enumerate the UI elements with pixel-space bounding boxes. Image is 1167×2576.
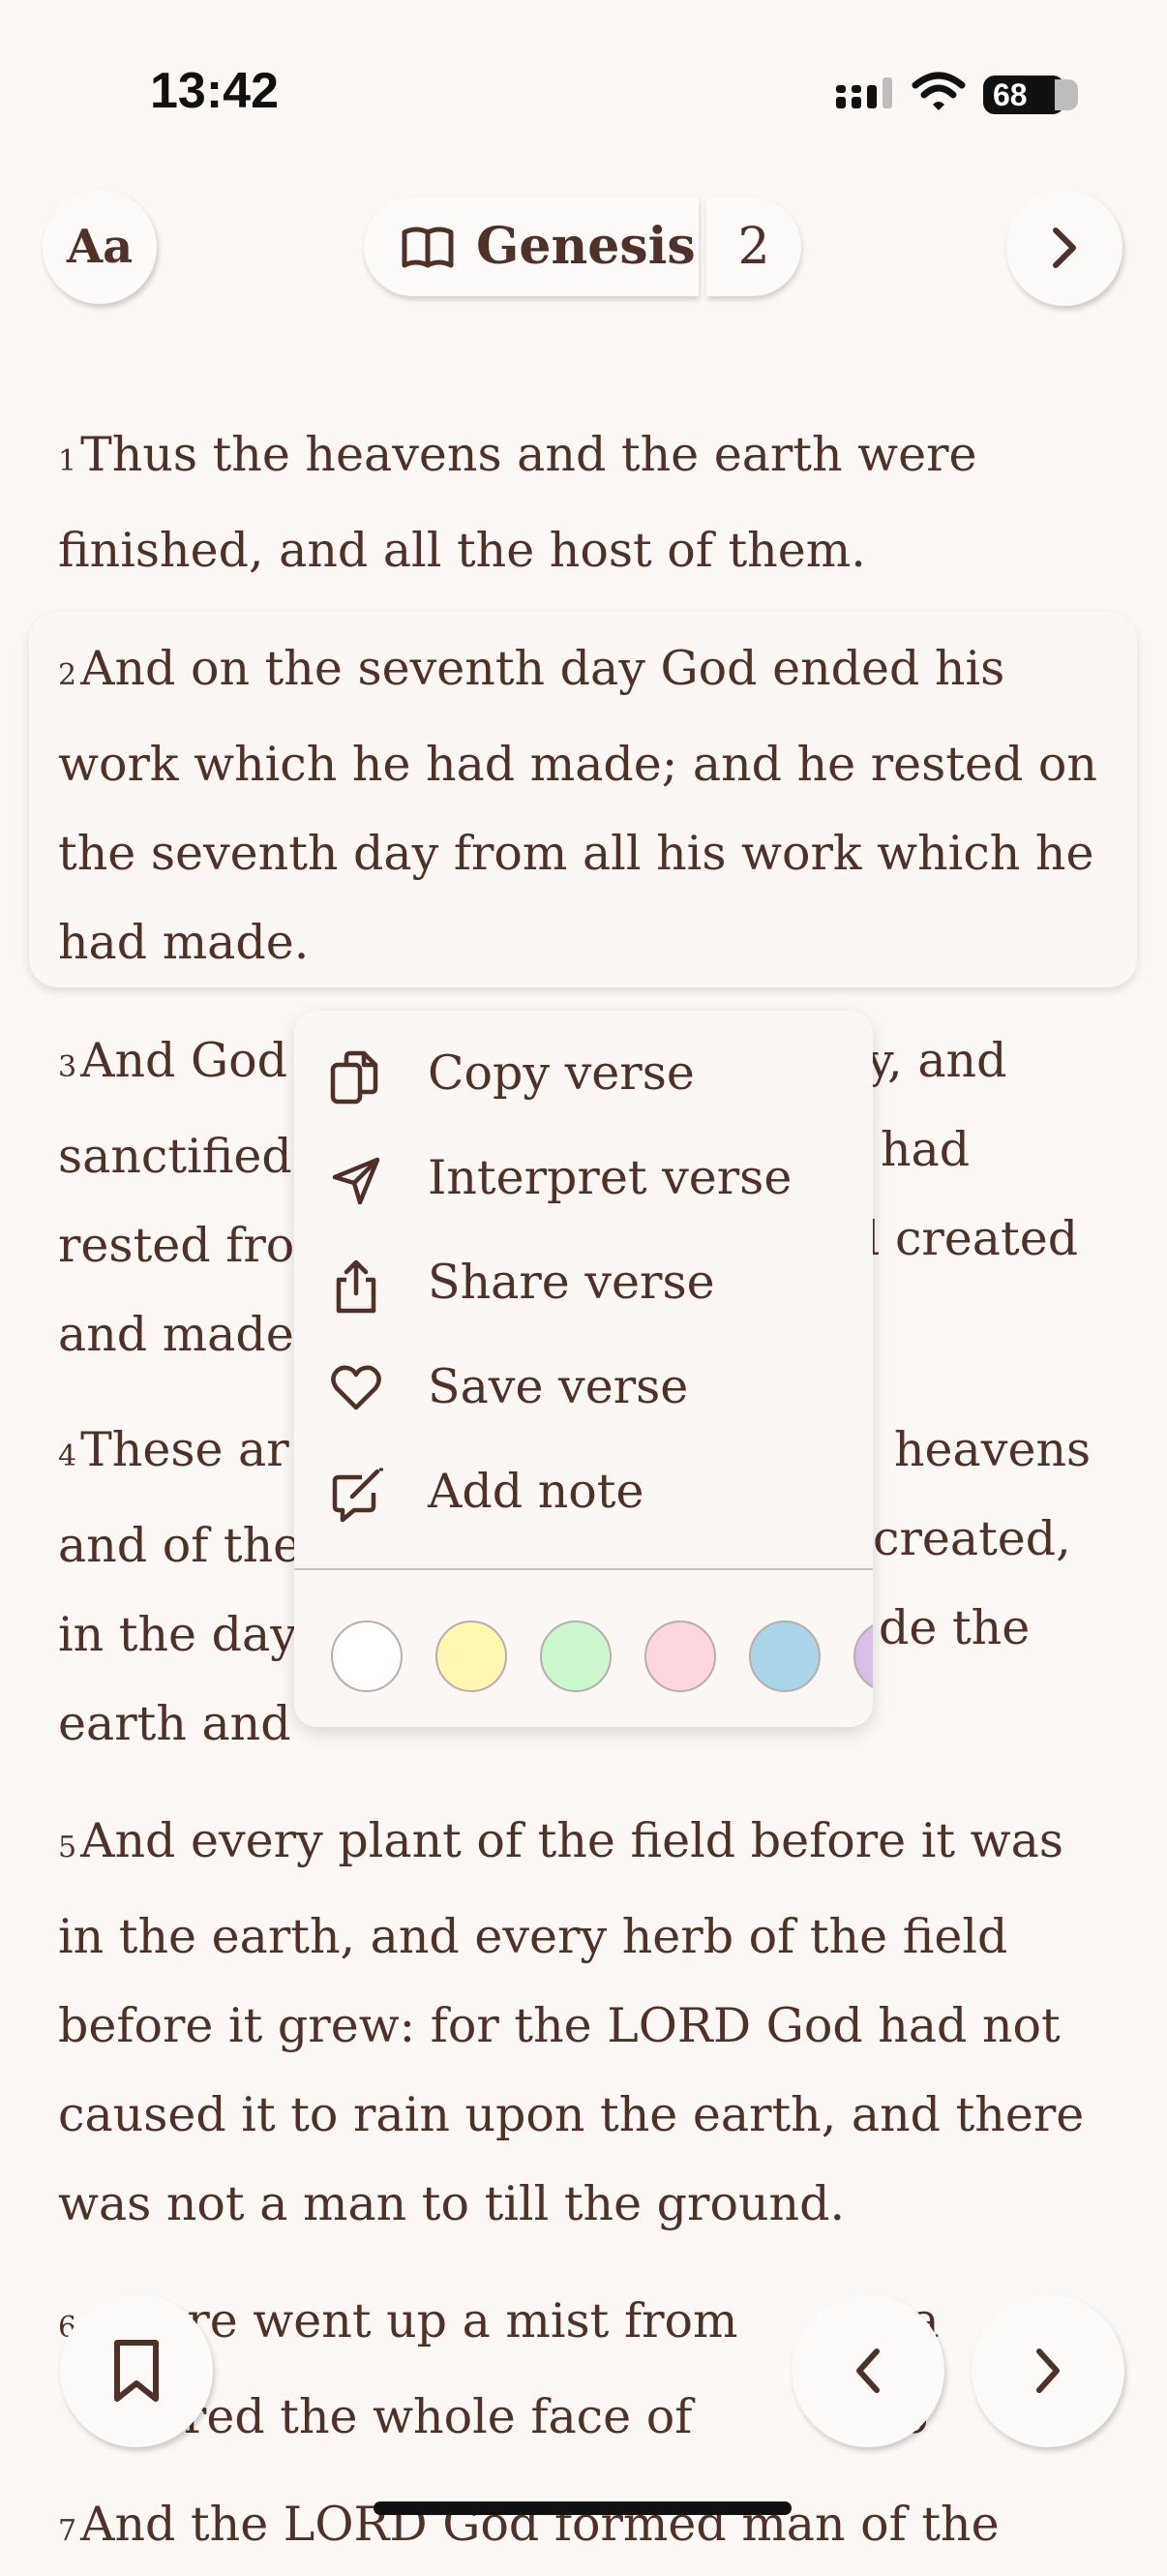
menu-item-label: Copy verse (428, 1046, 695, 1101)
verse-text: And on the seventh day God ended his (80, 641, 1005, 696)
verse-text: These ar (80, 1422, 289, 1477)
menu-divider (294, 1568, 873, 1570)
verse-text: created, (873, 1511, 1071, 1566)
highlight-color-swatch[interactable] (644, 1621, 716, 1692)
verse-6[interactable]: 6there went up a mist fromea atered the … (58, 2277, 1122, 2462)
verse-text: in the earth, and every herb of the fiel… (58, 1909, 1008, 1964)
heart-icon (331, 1365, 381, 1410)
verse-text: before it grew: for the LORD God had not (58, 1998, 1061, 2053)
verse-number: 4 (58, 1440, 77, 1473)
verse-text: And God (80, 1033, 287, 1088)
verse-number: 3 (58, 1050, 77, 1084)
highlight-color-swatch[interactable] (331, 1621, 403, 1692)
verse-text: Thus the heavens and the earth were (80, 427, 977, 482)
verse-text: d created (850, 1211, 1079, 1266)
verse-number: 5 (58, 1831, 77, 1864)
menu-item-label: Interpret verse (428, 1150, 793, 1205)
verse-number: 7 (58, 2514, 77, 2548)
add-note-item[interactable]: Add note (294, 1442, 873, 1547)
verse-number: 2 (58, 658, 77, 692)
verse-text: y, and (867, 1033, 1007, 1088)
verse-context-menu: Copy verse Interpret verse Share verse S… (294, 1011, 873, 1727)
copy-icon (330, 1050, 378, 1105)
verse-5[interactable]: 5And every plant of the field before it … (58, 1797, 1122, 2249)
verse-text: finished, and all the host of them. (58, 523, 866, 578)
verse-text: work which he had made; and he rested on (58, 737, 1097, 792)
note-icon (332, 1468, 383, 1523)
verse-text: had made. (58, 915, 310, 970)
share-icon (336, 1259, 376, 1314)
verse-text: caused it to rain upon the earth, and th… (58, 2087, 1085, 2142)
verse-4-right: heavens created, de the (873, 1406, 1163, 1673)
share-verse-item[interactable]: Share verse (294, 1233, 873, 1338)
highlight-color-swatch[interactable] (435, 1621, 507, 1692)
menu-item-label: Add note (428, 1464, 644, 1519)
verse-7[interactable]: 7And the LORD God formed man of the (58, 2480, 1122, 2576)
verse-2[interactable]: 2And on the seventh day God ended his wo… (58, 624, 1122, 987)
verse-number: 1 (58, 444, 77, 478)
verse-text: And every plant of the field before it w… (80, 1813, 1063, 1868)
verse-text: heavens (894, 1422, 1092, 1477)
verse-text: was not a man to till the ground. (58, 2176, 846, 2231)
verse-3-right: y, and had d created (850, 1016, 1163, 1284)
highlight-color-swatch[interactable] (853, 1621, 873, 1692)
menu-item-label: Share verse (428, 1255, 715, 1310)
bookmark-button[interactable] (60, 2294, 213, 2447)
chevron-left-icon (856, 2349, 880, 2393)
bookmark-icon (114, 2340, 159, 2402)
highlight-color-swatch[interactable] (749, 1621, 821, 1692)
previous-verse-button[interactable] (792, 2294, 944, 2447)
verse-text: had (881, 1122, 971, 1177)
verse-1[interactable]: 1Thus the heavens and the earth were fin… (58, 410, 1122, 595)
verse-text: the seventh day from all his work which … (58, 826, 1094, 881)
next-verse-button[interactable] (972, 2294, 1124, 2447)
send-icon (332, 1157, 380, 1205)
highlight-color-swatch[interactable] (540, 1621, 612, 1692)
chevron-right-icon (1036, 2349, 1060, 2393)
interpret-verse-item[interactable]: Interpret verse (294, 1129, 873, 1233)
menu-item-label: Save verse (428, 1359, 689, 1414)
save-verse-item[interactable]: Save verse (294, 1338, 873, 1442)
verse-text: de the (879, 1600, 1031, 1655)
copy-verse-item[interactable]: Copy verse (294, 1024, 873, 1129)
home-indicator (374, 2501, 792, 2515)
